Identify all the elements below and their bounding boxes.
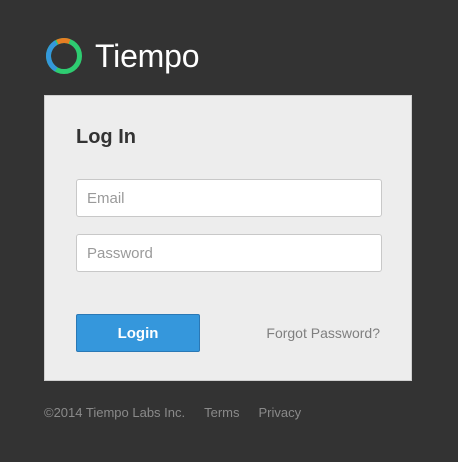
- login-button[interactable]: Login: [76, 314, 200, 352]
- brand-name: Tiempo: [95, 38, 200, 74]
- forgot-password-link[interactable]: Forgot Password?: [266, 325, 380, 341]
- login-card: Log In Login Forgot Password?: [44, 95, 412, 381]
- email-input[interactable]: [76, 179, 382, 217]
- terms-link[interactable]: Terms: [204, 405, 239, 420]
- copyright-text: ©2014 Tiempo Labs Inc.: [44, 405, 186, 420]
- login-title: Log In: [76, 126, 136, 148]
- brand-header: Tiempo: [44, 35, 200, 77]
- tiempo-logo-icon: [46, 38, 82, 74]
- footer: ©2014 Tiempo Labs Inc. Terms Privacy: [44, 405, 301, 420]
- privacy-link[interactable]: Privacy: [259, 405, 302, 420]
- password-input[interactable]: [76, 234, 382, 272]
